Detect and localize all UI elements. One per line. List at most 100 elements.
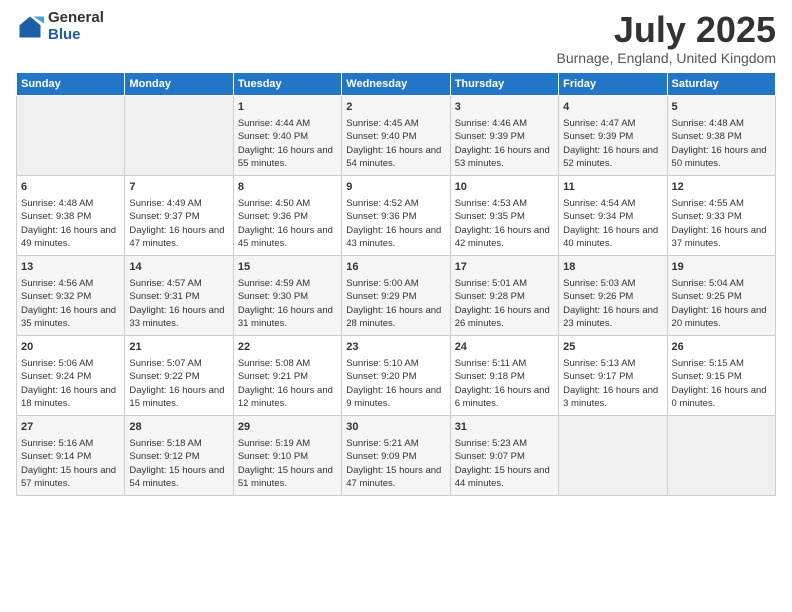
sunrise-text: Sunrise: 5:19 AM (238, 438, 310, 449)
day-number: 18 (563, 260, 662, 275)
logo-blue: Blue (48, 27, 104, 44)
day-number: 12 (672, 180, 771, 195)
calendar-cell: 11Sunrise: 4:54 AMSunset: 9:34 PMDayligh… (559, 175, 667, 255)
day-number: 14 (129, 260, 228, 275)
daylight-text: Daylight: 16 hours and 54 minutes. (346, 145, 441, 169)
daylight-text: Daylight: 15 hours and 57 minutes. (21, 465, 116, 489)
daylight-text: Daylight: 16 hours and 42 minutes. (455, 225, 550, 249)
sunset-text: Sunset: 9:37 PM (129, 211, 199, 222)
sunrise-text: Sunrise: 4:54 AM (563, 198, 635, 209)
subtitle: Burnage, England, United Kingdom (557, 50, 776, 66)
sunset-text: Sunset: 9:33 PM (672, 211, 742, 222)
daylight-text: Daylight: 16 hours and 37 minutes. (672, 225, 767, 249)
sunset-text: Sunset: 9:36 PM (238, 211, 308, 222)
sunset-text: Sunset: 9:35 PM (455, 211, 525, 222)
calendar-cell: 25 Sunrise: 5:13 AM Sunset: 9:17 PM Dayligh… (559, 335, 667, 415)
calendar-header: SundayMondayTuesdayWednesdayThursdayFrid… (17, 72, 776, 95)
calendar-cell: 3Sunrise: 4:46 AMSunset: 9:39 PMDaylight… (450, 95, 558, 175)
daylight-text: Daylight: 16 hours and 43 minutes. (346, 225, 441, 249)
daylight-text: Daylight: 16 hours and 9 minutes. (346, 385, 441, 409)
calendar-cell: 20Sunrise: 5:06 AMSunset: 9:24 PMDayligh… (17, 335, 125, 415)
calendar-cell: 12Sunrise: 4:55 AMSunset: 9:33 PMDayligh… (667, 175, 775, 255)
calendar-cell (667, 415, 775, 495)
daylight-text: Daylight: 16 hours and 45 minutes. (238, 225, 333, 249)
daylight-text: Daylight: 15 hours and 44 minutes. (455, 465, 550, 489)
calendar-cell (559, 415, 667, 495)
calendar-cell: 10Sunrise: 4:53 AMSunset: 9:35 PMDayligh… (450, 175, 558, 255)
sunset-text: Sunset: 9:39 PM (563, 131, 633, 142)
sunset-text: Sunset: 9:15 PM (672, 371, 742, 382)
sunrise-text: Sunrise: 5:21 AM (346, 438, 418, 449)
day-number: 17 (455, 260, 554, 275)
daylight-text: Daylight: 16 hours and 3 minutes. (563, 385, 658, 409)
daylight-text: Daylight: 16 hours and 6 minutes. (455, 385, 550, 409)
calendar-cell: 7Sunrise: 4:49 AMSunset: 9:37 PMDaylight… (125, 175, 233, 255)
sunrise-text: Sunrise: 5:08 AM (238, 358, 310, 369)
calendar-cell: 13Sunrise: 4:56 AMSunset: 9:32 PMDayligh… (17, 255, 125, 335)
daylight-text: Daylight: 16 hours and 12 minutes. (238, 385, 333, 409)
sunset-text: Sunset: 9:39 PM (455, 131, 525, 142)
day-number: 24 (455, 340, 554, 355)
calendar-cell: 18Sunrise: 5:03 AMSunset: 9:26 PMDayligh… (559, 255, 667, 335)
sunset-text: Sunset: 9:38 PM (21, 211, 91, 222)
day-number: 11 (563, 180, 662, 195)
day-number: 8 (238, 180, 337, 195)
sunrise-text: Sunrise: 5:03 AM (563, 278, 635, 289)
sunset-text: Sunset: 9:10 PM (238, 451, 308, 462)
calendar-table: SundayMondayTuesdayWednesdayThursdayFrid… (16, 72, 776, 496)
daylight-text: Daylight: 16 hours and 53 minutes. (455, 145, 550, 169)
daylight-text: Daylight: 15 hours and 47 minutes. (346, 465, 441, 489)
day-number: 4 (563, 100, 662, 115)
calendar-cell: 27Sunrise: 5:16 AMSunset: 9:14 PMDayligh… (17, 415, 125, 495)
sunset-text: Sunset: 9:38 PM (672, 131, 742, 142)
sunrise-text: Sunrise: 5:13 AM (563, 358, 635, 369)
calendar-cell: 14Sunrise: 4:57 AMSunset: 9:31 PMDayligh… (125, 255, 233, 335)
sunset-text: Sunset: 9:14 PM (21, 451, 91, 462)
calendar-week-row: 6Sunrise: 4:48 AMSunset: 9:38 PMDaylight… (17, 175, 776, 255)
sunset-text: Sunset: 9:17 PM (563, 371, 633, 382)
sunset-text: Sunset: 9:07 PM (455, 451, 525, 462)
sunset-text: Sunset: 9:18 PM (455, 371, 525, 382)
calendar-cell: 16Sunrise: 5:00 AMSunset: 9:29 PMDayligh… (342, 255, 450, 335)
sunrise-text: Sunrise: 5:04 AM (672, 278, 744, 289)
calendar-cell: 9Sunrise: 4:52 AMSunset: 9:36 PMDaylight… (342, 175, 450, 255)
daylight-text: Daylight: 16 hours and 47 minutes. (129, 225, 224, 249)
calendar-cell: 23Sunrise: 5:10 AMSunset: 9:20 PMDayligh… (342, 335, 450, 415)
sunrise-text: Sunrise: 4:52 AM (346, 198, 418, 209)
daylight-text: Daylight: 16 hours and 33 minutes. (129, 305, 224, 329)
daylight-text: Daylight: 16 hours and 40 minutes. (563, 225, 658, 249)
sunrise-text: Sunrise: 5:10 AM (346, 358, 418, 369)
daylight-text: Daylight: 16 hours and 26 minutes. (455, 305, 550, 329)
calendar-cell (17, 95, 125, 175)
sunset-text: Sunset: 9:25 PM (672, 291, 742, 302)
sunrise-text: Sunrise: 5:16 AM (21, 438, 93, 449)
day-number: 22 (238, 340, 337, 355)
calendar-cell: 24 Sunrise: 5:11 AM Sunset: 9:18 PM Dayligh… (450, 335, 558, 415)
sunrise-text: Sunrise: 5:11 AM (455, 358, 527, 369)
sunset-text: Sunset: 9:21 PM (238, 371, 308, 382)
daylight-text: Daylight: 16 hours and 15 minutes. (129, 385, 224, 409)
calendar-week-row: 27Sunrise: 5:16 AMSunset: 9:14 PMDayligh… (17, 415, 776, 495)
sunrise-text: Sunrise: 5:18 AM (129, 438, 201, 449)
sunrise-text: Sunrise: 4:44 AM (238, 118, 310, 129)
sunset-text: Sunset: 9:28 PM (455, 291, 525, 302)
calendar-cell: 17Sunrise: 5:01 AMSunset: 9:28 PMDayligh… (450, 255, 558, 335)
daylight-text: Daylight: 16 hours and 35 minutes. (21, 305, 116, 329)
calendar-cell: 2Sunrise: 4:45 AMSunset: 9:40 PMDaylight… (342, 95, 450, 175)
day-number: 30 (346, 420, 445, 435)
sunset-text: Sunset: 9:40 PM (346, 131, 416, 142)
sunset-text: Sunset: 9:26 PM (563, 291, 633, 302)
sunrise-text: Sunrise: 4:56 AM (21, 278, 93, 289)
calendar-cell: 5Sunrise: 4:48 AMSunset: 9:38 PMDaylight… (667, 95, 775, 175)
calendar-cell: 4Sunrise: 4:47 AMSunset: 9:39 PMDaylight… (559, 95, 667, 175)
day-header: Sunday (17, 72, 125, 95)
logo-icon (16, 13, 44, 41)
sunset-text: Sunset: 9:32 PM (21, 291, 91, 302)
day-number: 25 (563, 340, 662, 355)
sunrise-text: Sunrise: 4:48 AM (672, 118, 744, 129)
day-number: 20 (21, 340, 120, 355)
day-header: Friday (559, 72, 667, 95)
daylight-text: Daylight: 15 hours and 51 minutes. (238, 465, 333, 489)
calendar-cell: 29Sunrise: 5:19 AMSunset: 9:10 PMDayligh… (233, 415, 341, 495)
sunset-text: Sunset: 9:24 PM (21, 371, 91, 382)
